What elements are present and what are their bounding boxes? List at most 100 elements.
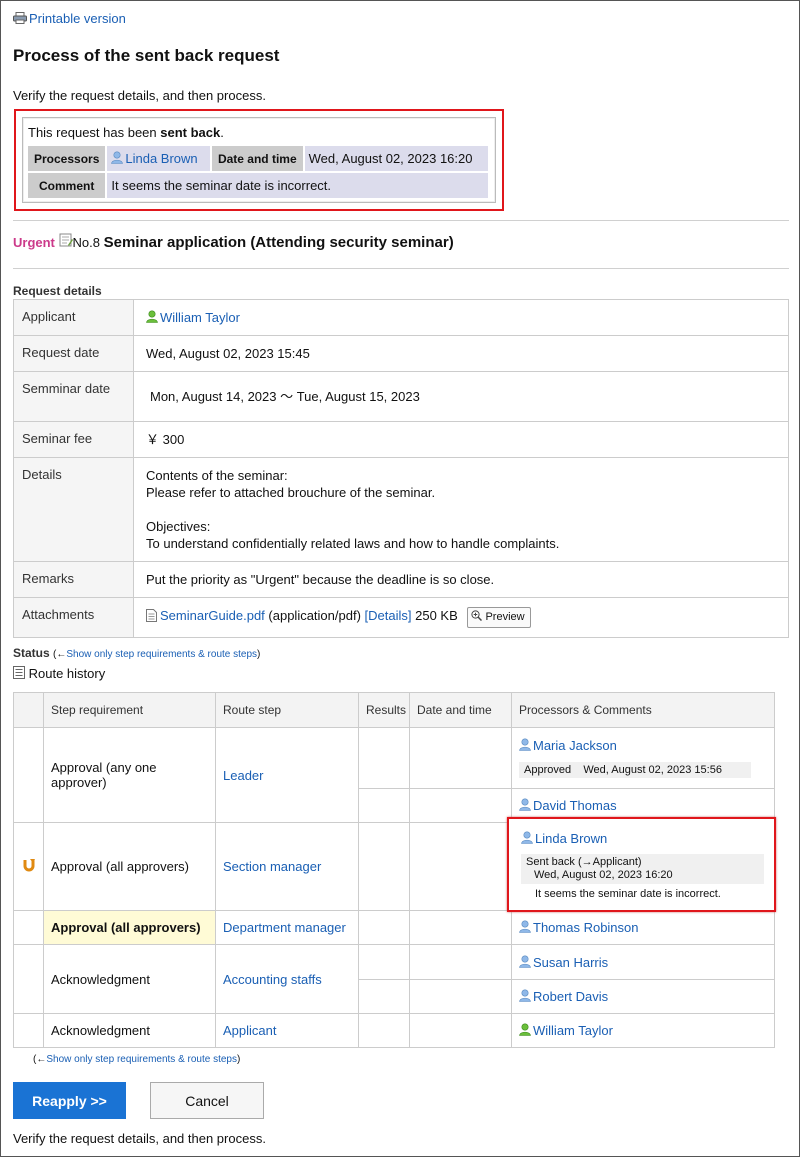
divider	[13, 220, 789, 221]
details-label: Details	[13, 457, 134, 562]
route-marker-cell	[13, 727, 44, 823]
processor-cell: Robert Davis	[511, 979, 775, 1014]
request-heading: Urgent No.8 Seminar application (Attendi…	[13, 233, 454, 251]
route-history-label: Route history	[28, 666, 106, 681]
applicant-link[interactable]: William Taylor	[160, 310, 240, 325]
processor-cell: Linda Brown	[509, 819, 774, 846]
document-icon	[146, 609, 157, 622]
processor-link[interactable]: Linda Brown	[535, 831, 607, 846]
memo-icon	[59, 233, 73, 247]
toggle-suffix: )	[237, 1054, 241, 1065]
details-line: To understand confidentially related law…	[146, 536, 560, 551]
processor-cell: Linda Brown	[107, 146, 210, 171]
processor-link[interactable]: Thomas Robinson	[533, 920, 639, 935]
step-requirement-current: Approval (all approvers)	[43, 910, 216, 945]
processors-label: Processors	[28, 146, 106, 171]
results-cell	[358, 979, 410, 1014]
step-requirement: Approval (any one approver)	[43, 727, 216, 823]
step-requirement: Approval (all approvers)	[43, 822, 216, 911]
user-icon	[146, 310, 158, 323]
processor-link[interactable]: William Taylor	[533, 1023, 613, 1038]
datetime-value: Wed, August 02, 2023 16:20	[304, 146, 488, 171]
divider	[13, 268, 789, 269]
cancel-button[interactable]: Cancel	[150, 1082, 264, 1119]
results-cell	[358, 727, 410, 789]
seminar-fee-label: Seminar fee	[13, 421, 134, 458]
applicant-label: Applicant	[13, 299, 134, 336]
route-marker-cell	[13, 1013, 44, 1048]
processor-cell: Thomas Robinson	[511, 910, 775, 945]
status-result: Sent back (→Applicant)	[526, 856, 642, 868]
sent-back-panel: This request has been sent back. Process…	[22, 117, 496, 203]
magnifier-plus-icon	[471, 610, 483, 622]
sent-back-message: This request has been sent back.	[28, 125, 490, 140]
route-step-cell: Department manager	[215, 910, 359, 945]
date-cell	[409, 944, 512, 980]
attachment-size: 250 KB	[415, 608, 458, 623]
printable-version-link[interactable]: Printable version	[13, 11, 126, 26]
user-icon	[519, 738, 531, 751]
route-header: Date and time	[409, 692, 512, 728]
processor-link[interactable]: David Thomas	[533, 798, 617, 813]
route-row: Acknowledgment Accounting staffs Susan H…	[13, 944, 775, 1014]
status-result: Approved	[524, 764, 572, 776]
preview-button[interactable]: Preview	[467, 607, 531, 628]
route-step-link[interactable]: Department manager	[223, 920, 346, 935]
seminar-date-label: Semminar date	[13, 371, 134, 422]
show-step-requirements-link[interactable]: Show only step requirements & route step…	[46, 1054, 237, 1065]
show-step-requirements-link[interactable]: Show only step requirements & route step…	[66, 649, 257, 660]
processor-link[interactable]: Robert Davis	[533, 989, 608, 1004]
results-cell	[358, 910, 410, 945]
processor-link[interactable]: Maria Jackson	[533, 738, 617, 753]
user-icon	[519, 989, 531, 1002]
printable-version-text[interactable]: Printable version	[29, 11, 126, 26]
route-step-cell: Leader	[215, 727, 359, 823]
sent-back-message-suffix: .	[220, 125, 224, 140]
request-date-value: Wed, August 02, 2023 15:45	[133, 335, 789, 372]
sent-back-processor-highlight: Linda Brown Sent back (→Applicant) Wed, …	[507, 817, 776, 912]
printer-icon	[13, 12, 27, 24]
route-step-cell: Section manager	[215, 822, 359, 911]
toggle-prefix: (←	[33, 1054, 47, 1065]
route-marker-cell	[13, 822, 44, 911]
route-row: Approval (any one approver) Leader Maria…	[13, 727, 775, 823]
user-icon	[519, 920, 531, 933]
status-box: Approved Wed, August 02, 2023 15:56	[519, 762, 751, 778]
route-history-heading: Route history	[13, 666, 105, 681]
attachment-type: (application/pdf)	[268, 608, 361, 623]
attachments-label: Attachments	[13, 597, 134, 638]
reapply-button[interactable]: Reapply >>	[13, 1082, 126, 1119]
attachment-details-link[interactable]: [Details]	[365, 608, 412, 623]
user-icon	[521, 831, 533, 844]
sent-back-message-bold: sent back	[160, 125, 221, 140]
processor-link[interactable]: Linda Brown	[125, 151, 197, 166]
results-cell	[358, 1013, 410, 1048]
route-header: Results	[358, 692, 410, 728]
remarks-value: Put the priority as "Urgent" because the…	[133, 561, 789, 598]
preview-label: Preview	[485, 611, 525, 623]
route-step-link[interactable]: Applicant	[223, 1023, 276, 1038]
route-header-marker	[13, 692, 44, 728]
attachment-file-link[interactable]: SeminarGuide.pdf	[160, 608, 265, 623]
instruction-text: Verify the request details, and then pro…	[13, 88, 266, 103]
user-icon	[111, 151, 124, 164]
bottom-toggle-line: (←Show only step requirements & route st…	[33, 1054, 240, 1065]
route-step-link[interactable]: Accounting staffs	[223, 972, 322, 987]
route-step-link[interactable]: Section manager	[223, 859, 321, 874]
history-list-icon	[13, 666, 25, 679]
request-details-label: Request details	[13, 284, 102, 298]
status-date: Wed, August 02, 2023 16:20	[534, 869, 673, 881]
attachments-value: SeminarGuide.pdf (application/pdf) [Deta…	[133, 597, 789, 638]
sent-back-message-prefix: This request has been	[28, 125, 161, 140]
processor-link[interactable]: Susan Harris	[533, 955, 608, 970]
route-step-cell: Accounting staffs	[215, 944, 359, 1014]
details-line: Please refer to attached brouchure of th…	[146, 485, 436, 500]
route-step-link[interactable]: Leader	[223, 768, 263, 783]
step-requirement: Acknowledgment	[43, 944, 216, 1014]
date-cell	[409, 979, 512, 1014]
processor-cell: Maria Jackson Approved Wed, August 02, 2…	[511, 727, 775, 789]
sent-back-notice: This request has been sent back. Process…	[14, 109, 504, 211]
route-header: Processors & Comments	[511, 692, 775, 728]
request-number: No.8	[72, 235, 100, 250]
user-icon	[519, 954, 531, 968]
